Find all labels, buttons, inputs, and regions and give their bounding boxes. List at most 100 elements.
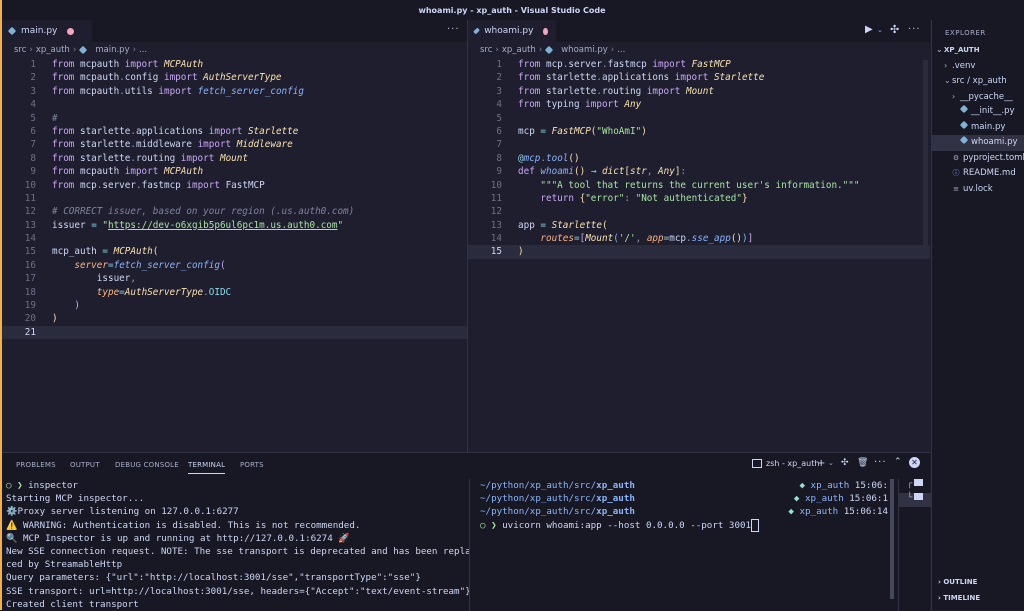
code-editor[interactable]: 1 from mcpauth import MCPAuth 2 from mcpaut… [2,58,467,340]
tab-main-py[interactable]: main.py [2,20,92,42]
tree-item-label: whoami.py [971,137,1018,147]
window-title: whoami.py - xp_auth - Visual Studio Code [0,0,1024,21]
code-line[interactable]: 5 [468,112,930,125]
python-file-icon [544,45,554,55]
unsaved-indicator-icon[interactable] [67,27,75,35]
code-line[interactable]: 8 from starlette.routing import Mount [2,152,467,165]
line-number: 8 [30,152,36,164]
panel-tab-terminal[interactable]: TERMINAL [188,461,226,474]
more-actions-icon[interactable]: ··· [908,24,921,35]
tree-item[interactable]: __init__.py [932,104,1024,120]
code-line[interactable]: 19 ) [2,299,467,312]
code-line[interactable]: 20) [2,312,467,325]
more-actions-icon[interactable]: ··· [874,457,887,468]
tree-item[interactable]: ⌄src / xp_auth [932,73,1024,89]
line-content: type=AuthServerType.OIDC [96,286,232,298]
code-line[interactable]: 10 """A tool that returns the current us… [468,179,930,192]
code-line[interactable]: 6 from starlette.applications import Star… [2,125,467,138]
code-line[interactable]: 11 [2,192,467,205]
tree-item[interactable]: ⓘ README.md [932,166,1024,182]
terminal-prompt: ~/python/xp_auth/src/xp_auth [480,506,635,518]
code-line[interactable]: 12 # CORRECT issuer, based on your region… [2,205,467,218]
line-content: ) [518,246,524,258]
chevron-down-icon: ⌄ [944,76,951,85]
terminal-line: New SSE connection request. NOTE: The ss… [6,545,471,557]
tree-item-label: pyproject.toml [963,152,1024,163]
breadcrumb-item[interactable]: src [480,45,492,55]
tree-item[interactable]: › .venv [932,58,1024,74]
tree-item-label: uv.lock [963,183,993,194]
close-panel-icon[interactable]: ✕ [909,457,920,468]
line-number: 21 [24,326,36,338]
terminal-selector[interactable]: zsh - xp_auth [752,459,819,468]
code-line[interactable]: 14 [2,232,467,245]
panel-tab-ports[interactable]: PORTS [240,461,264,469]
run-icon[interactable]: ▶ [865,24,873,35]
breadcrumb-item[interactable]: ... [139,45,147,55]
chevron-down-icon[interactable]: ⌄ [828,459,834,467]
code-line[interactable]: 8 @mcp.tool() [468,152,930,165]
breadcrumb-item[interactable]: ... [617,45,625,55]
code-line[interactable]: 2 from starlette.applications import Star… [468,71,930,84]
code-line[interactable]: 16 server=fetch_server_config( [2,259,467,272]
code-line[interactable]: 5 # [2,112,467,125]
code-line[interactable]: 10 from mcp.server.fastmcp import FastMCP [2,179,467,192]
code-line[interactable]: 7 [468,138,930,151]
timeline-section[interactable]: › TIMELINE [932,594,1024,602]
tree-item[interactable]: whoami.py [932,135,1024,151]
code-line[interactable]: 4 [2,98,467,111]
chevron-up-icon[interactable]: ⌃ [894,457,902,467]
new-terminal-icon[interactable]: + [817,458,825,469]
code-line[interactable]: 9 def whoami() → dict[str, Any]: [468,165,930,178]
line-number: 17 [24,273,36,285]
explorer-root[interactable]: ⌄XP_AUTH [932,42,1024,58]
code-line[interactable]: 14 routes=[Mount('/', app=mcp.sse_app())… [468,232,930,245]
outline-section[interactable]: › OUTLINE [932,578,1024,586]
code-line[interactable]: 9 from mcpauth import MCPAuth [2,165,467,178]
code-line[interactable]: 15 mcp_auth = MCPAuth( [2,245,467,258]
breadcrumb-item[interactable]: xp_auth [502,45,536,55]
breadcrumb-item[interactable]: src [14,45,26,55]
code-line[interactable]: 13 issuer = "https://dev-o6xgib5p6ul6pc1m… [2,219,467,232]
terminal-list-item[interactable]: ┌ [899,479,931,493]
code-line[interactable]: 4 from typing import Any [468,98,930,111]
breadcrumb-item[interactable]: main.py [95,45,129,55]
code-line[interactable]: 6 mcp = FastMCP("WhoAmI") [468,125,930,138]
chevron-down-icon[interactable]: ⌄ [877,26,883,34]
tab-whoami-py[interactable]: whoami.py [468,20,556,42]
breadcrumb-item[interactable]: xp_auth [36,45,70,55]
terminal-list-item[interactable]: └ [899,493,931,507]
tree-item[interactable]: ⚙ pyproject.toml [932,151,1024,167]
code-line[interactable]: 12 [468,205,930,218]
code-line[interactable]: 2 from mcpauth.config import AuthServerTy… [2,71,467,84]
terminal-left[interactable]: ○ ❯ inspector Starting MCP inspector... ⚙️… [6,479,471,611]
panel-tab-debug-console[interactable]: DEBUG CONSOLE [115,461,179,469]
code-line[interactable]: 18 type=AuthServerType.OIDC [2,286,467,299]
code-line[interactable]: 21 [2,325,467,340]
panel-tab-output[interactable]: OUTPUT [70,461,100,469]
breadcrumb-item[interactable]: whoami.py [561,45,608,55]
tree-item[interactable]: main.py [932,120,1024,136]
terminal-right[interactable]: ~/python/xp_auth/src/xp_auth ◆ xp_auth 15… [480,479,888,532]
code-line[interactable]: 1 from mcpauth import MCPAuth [2,58,467,71]
terminal-icon [752,459,762,468]
code-line[interactable]: 1 from mcp.server.fastmcp import FastMCP [468,58,930,71]
code-editor[interactable]: 1 from mcp.server.fastmcp import FastMCP 2… [468,58,930,259]
code-line[interactable]: 3 from mcpauth.utils import fetch_server_… [2,85,467,98]
split-editor-icon[interactable]: ✣ [890,23,899,36]
code-line[interactable]: 11 return {"error": "Not authenticated"} [468,192,930,205]
code-line[interactable]: 7 from starlette.middleware import Middle… [2,138,467,151]
code-line[interactable]: 3 from starlette.routing import Mount [468,85,930,98]
code-line[interactable]: 13 app = Starlette( [468,219,930,232]
tree-item[interactable]: ≡ uv.lock [932,182,1024,198]
more-actions-icon[interactable]: ··· [447,24,460,35]
code-line[interactable]: 15) [468,245,930,259]
code-line[interactable]: 17 issuer, [2,272,467,285]
trash-icon[interactable]: 🗑 [857,458,868,468]
unsaved-indicator-icon[interactable] [543,27,548,35]
terminal-scrollbar[interactable] [890,479,894,599]
split-terminal-icon[interactable]: ✣ [841,458,849,468]
panel-tab-problems[interactable]: PROBLEMS [16,461,56,469]
tree-item[interactable]: › __pycache__ [932,89,1024,105]
editor-scrollbar[interactable] [923,60,928,250]
